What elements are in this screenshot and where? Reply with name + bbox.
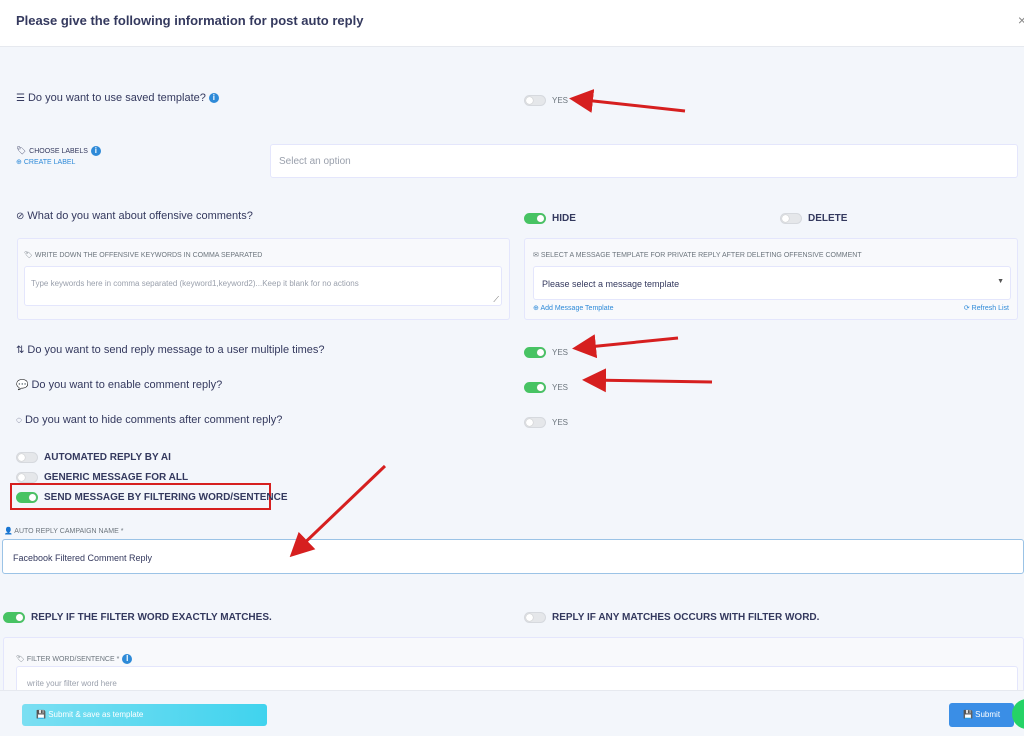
arrow-comment-reply — [582, 368, 713, 393]
annotation-arrows — [289, 89, 713, 558]
arrow-saved-template — [569, 89, 686, 113]
arrow-multi-reply — [572, 334, 679, 359]
arrow-campaign — [289, 464, 387, 558]
